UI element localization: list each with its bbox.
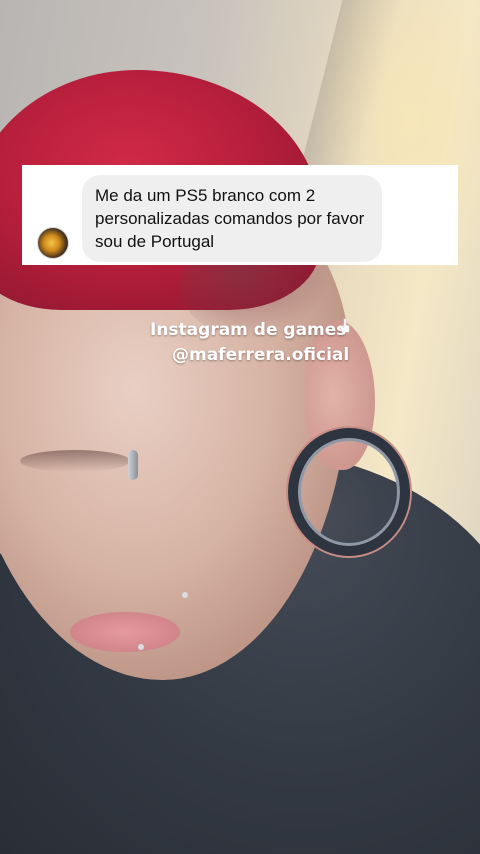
lip-stud-piercing [138,644,144,650]
reply-sticker[interactable]: Me da um PS5 branco com 2 personalizadas… [22,165,458,265]
caption-handle[interactable]: @maferrera.oficial [150,343,349,368]
overlay-caption: Instagram de games @maferrera.oficial [150,318,349,368]
avatar-icon[interactable] [38,228,68,258]
reply-message-text: Me da um PS5 branco com 2 personalizadas… [95,186,365,251]
ear-tunnel-piercing [288,428,410,556]
subject-eye [20,450,130,472]
eyebrow-piercing [128,450,138,480]
caption-title: Instagram de games [150,320,347,340]
hand-pointer-icon [339,318,350,333]
cheek-stud-piercing [182,592,188,598]
reply-message-bubble: Me da um PS5 branco com 2 personalizadas… [82,175,382,262]
subject-lips [70,612,180,652]
story-screen: Me da um PS5 branco com 2 personalizadas… [0,0,480,854]
